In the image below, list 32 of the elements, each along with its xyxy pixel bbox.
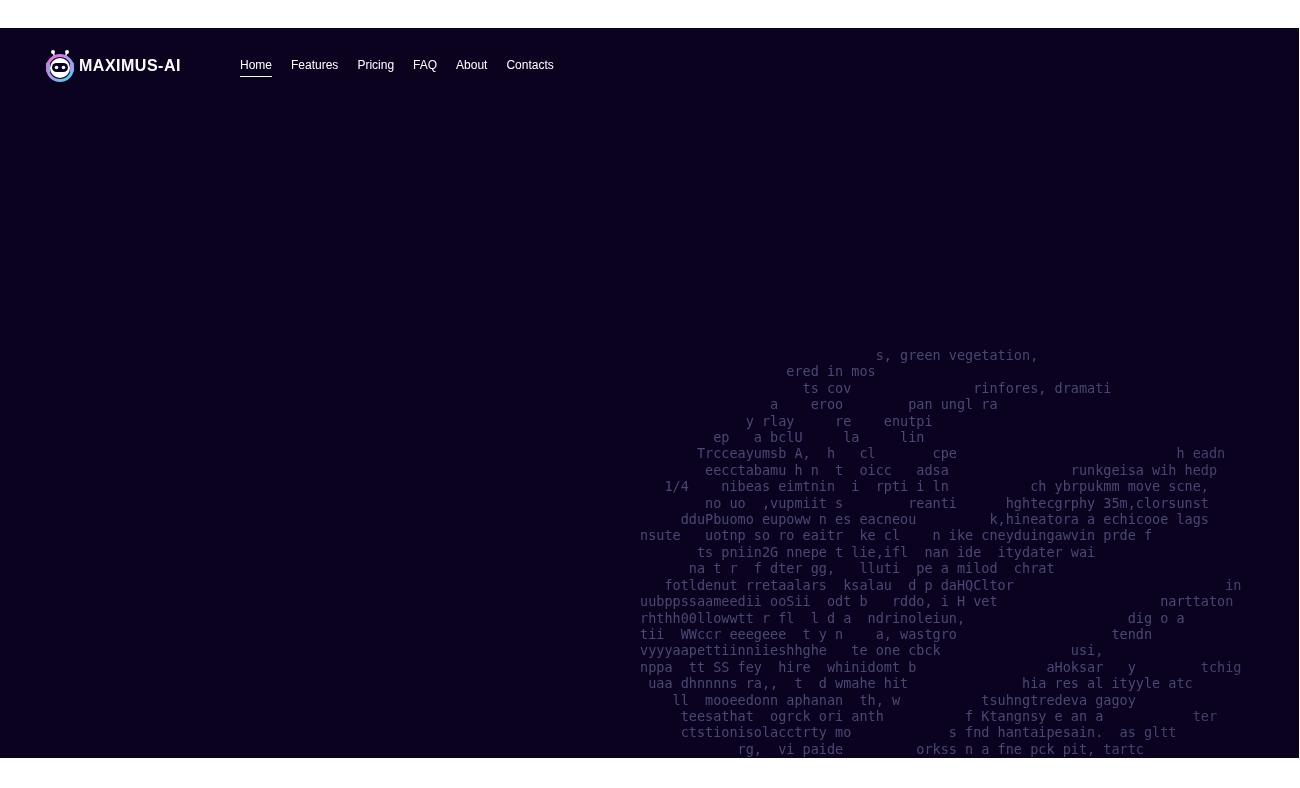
scrambled-text-line: ctstionisolacctrty mo s fnd hantaipesain. as gltt <box>679 724 1177 741</box>
scrambled-text-line: nppa tt SS fey hire whinidomt b aHoksar y tchig <box>640 658 1242 676</box>
nav-link[interactable]: Pricing <box>357 55 395 77</box>
scrambled-text-line: uubppssaameedii ooSii odt b rddo, i H vet narttaton <box>640 593 1234 610</box>
logo-text: MAXIMUS-AI <box>79 56 181 76</box>
nav-link[interactable]: FAQ <box>413 55 438 77</box>
scrambled-text-line: nsute uotnp so ro eaitr ke cl n ike cneyduingawvin prde f <box>640 527 1153 544</box>
scrambled-text-line: a eroo pan ungl ra <box>769 396 998 413</box>
scrambled-text-line: fotldenut rretaalars ksalau d p daHQCltor in <box>663 576 1242 594</box>
scrambled-text-line: y rlay re enutpi <box>744 412 933 430</box>
scrambled-text-line: ts cov rinfores, dramati <box>801 379 1112 397</box>
nav-link[interactable]: About <box>456 55 488 77</box>
scrambled-text-line: uaa dhnnnns ra,, t d wmahe hit hia res al ityyle atc <box>647 675 1193 692</box>
scrambled-text-line: no uo ,vupmiit s reanti hghtecgrphy 35m,clorsunst <box>704 494 1209 512</box>
scrambled-text-line: rhthh00llowwtt r fl l d a ndrinoleiun, dig o a <box>640 609 1185 626</box>
scrambled-text-line: ll mooeedonn aphanan th, w tsuhngtredeva gagoy <box>671 691 1136 708</box>
scrambled-text-line: ep a bclU la lin <box>712 429 925 446</box>
scrambled-text-line: Trcceayumsb A, h cl cpe h eadn <box>695 445 1226 462</box>
scrambled-text-line: 1/4 nibeas eimtnin i rpti i ln ch ybrpukmm move scne, <box>663 478 1209 495</box>
scrambled-text-line: s, green vegetation, <box>874 347 1039 364</box>
scrambled-text-line: ered in mos <box>785 363 876 380</box>
scrambled-text-line: vyyyaapettiinniieshhghe te one cbck usi, <box>640 642 1104 659</box>
scrambled-text-line: rg, vi paide orkss n a fne pck pit, tartc <box>736 740 1144 758</box>
scrambled-text-line: eecctabamu h n t oicc adsa runkgeisa wih hedp <box>704 461 1218 479</box>
scrambled-text-line: ts pniin2G nnepe t lie,ifl nan ide itydater wai <box>695 543 1096 561</box>
nav-link[interactable]: Contacts <box>506 55 554 77</box>
scrambled-text-line: teesathat ogrck ori anth f Ktangnsy e an a ter <box>679 707 1218 725</box>
scrambled-text-line: na t r f dter gg, lluti pe a milod chrat <box>687 560 1055 577</box>
nav-link[interactable]: Home <box>240 55 272 77</box>
scrambled-text-line: tii WWccr eeegeee t y n a, wastgro tendn <box>640 625 1153 643</box>
nav-link[interactable]: Features <box>291 55 339 77</box>
scrambled-text-line: dduPbuomo eupoww n es eacneou k,hineatora a echicooe lags <box>679 511 1209 528</box>
